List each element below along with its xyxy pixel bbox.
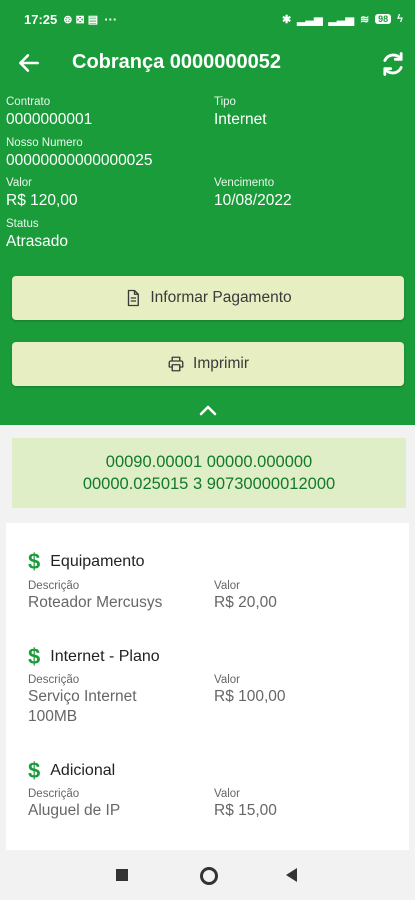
charging-icon: ϟ [397,13,403,25]
vencimento-label: Vencimento [214,177,275,189]
system-back-icon[interactable] [286,868,297,882]
informar-pagamento-button[interactable]: Informar Pagamento [12,276,404,320]
item-valor-label: Valor [214,674,240,686]
valor-label: Valor [6,177,32,189]
dollar-icon: $ [28,549,41,574]
dollar-icon: $ [28,758,41,783]
status-label: Status [6,218,39,230]
imprimir-button[interactable]: Imprimir [12,342,404,386]
page-title: Cobrança 0000000052 [72,51,282,73]
document-icon [128,289,140,307]
contrato-value: 0000000001 [6,111,93,128]
status-bar: 17:25 ⊛ ⊠ ▤ ··· ✱ ▂▃▅ ▂▃▅ ≋ 98 ϟ [0,0,415,38]
item-desc-label: Descrição [28,674,80,686]
nosso-numero-value: 00000000000000025 [6,152,153,169]
header-panel: 17:25 ⊛ ⊠ ▤ ··· ✱ ▂▃▅ ▂▃▅ ≋ 98 ϟ Cobranç… [0,0,415,425]
more-notifications-icon: ··· [104,11,118,27]
item-valor-label: Valor [214,580,240,592]
item-desc-value: Roteador Mercusys [28,594,163,611]
item-desc-value: Serviço Internet 100MB [28,688,137,725]
barcode-line-1: 00090.00001 00000.000000 [105,453,313,471]
app-bar: Cobrança 0000000052 [0,40,415,86]
home-icon[interactable] [200,867,218,885]
notification-icons: ⊛ ⊠ ▤ [63,13,99,26]
status-value: Atrasado [6,233,69,250]
dollar-icon: $ [28,644,41,669]
refresh-icon[interactable] [379,50,407,78]
back-arrow-icon[interactable] [16,50,42,76]
item-valor-value: R$ 100,00 [214,688,286,705]
tipo-value: Internet [214,111,267,128]
item-desc-value: Aluguel de IP [28,802,121,819]
barcode-line[interactable]: 00090.00001 00000.000000 00000.025015 3 … [12,438,406,508]
signal-icon-2: ▂▃▅ [328,13,354,26]
vencimento-value: 10/08/2022 [214,192,292,209]
contrato-label: Contrato [6,96,51,108]
informar-pagamento-label: Informar Pagamento [150,289,292,306]
valor-value: R$ 120,00 [6,192,78,209]
wifi-icon: ≋ [359,13,370,26]
item-desc-label: Descrição [28,580,80,592]
item-valor-label: Valor [214,788,240,800]
item-title-internet-plano: $ Internet - Plano [28,644,160,669]
item-title-adicional: $ Adicional [28,758,116,783]
barcode-line-2: 00000.025015 3 90730000012000 [82,475,336,493]
item-desc-label: Descrição [28,788,80,800]
printer-icon [168,356,184,372]
chevron-up-icon[interactable] [198,402,218,418]
recents-icon[interactable] [116,869,128,881]
nosso-numero-label: Nosso Numero [6,137,83,149]
item-valor-value: R$ 20,00 [214,594,277,611]
battery-icon: 98 [375,14,392,24]
tipo-label: Tipo [214,96,236,108]
item-valor-value: R$ 15,00 [214,802,277,819]
items-card: $ Equipamento Descrição Roteador Mercusy… [6,523,409,853]
bluetooth-icon: ✱ [281,13,292,26]
signal-icon: ▂▃▅ [297,13,323,26]
imprimir-label: Imprimir [193,355,249,372]
system-nav-bar [0,850,415,900]
status-time: 17:25 [24,11,58,27]
item-title-equipamento: $ Equipamento [28,549,145,574]
